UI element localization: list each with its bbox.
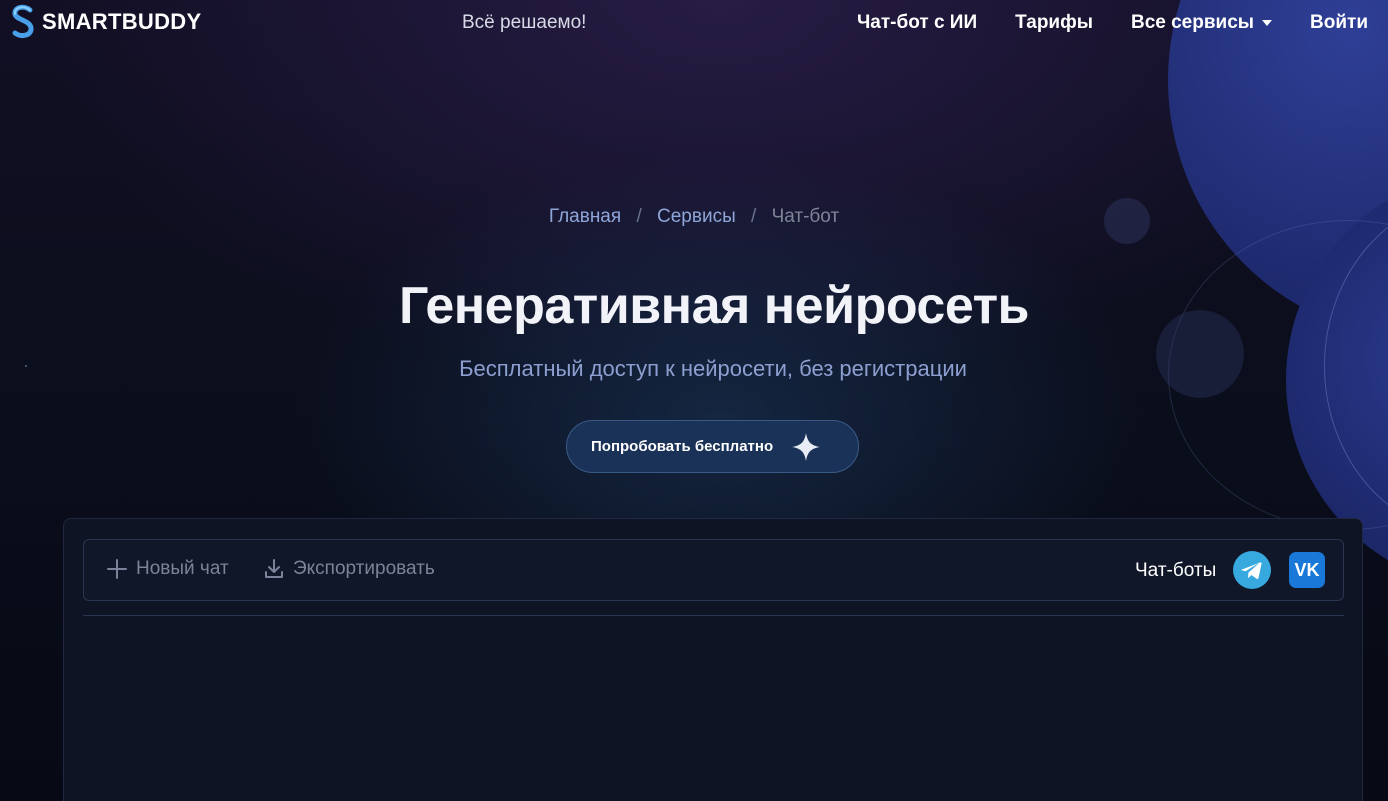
breadcrumb-separator: / <box>636 206 642 227</box>
breadcrumb-home[interactable]: Главная <box>549 206 621 227</box>
main-nav: Чат-бот с ИИ Тарифы Все сервисы Войти <box>857 12 1368 34</box>
nav-item-all-services-label: Все сервисы <box>1130 12 1254 33</box>
nav-item-login[interactable]: Войти <box>1310 12 1368 34</box>
toolbar-divider <box>83 615 1344 616</box>
new-chat-button[interactable]: Новый чат <box>106 558 229 580</box>
sparkle-icon <box>792 432 821 461</box>
breadcrumb: Главная / Сервисы / Чат-бот <box>0 206 1388 228</box>
breadcrumb-services[interactable]: Сервисы <box>657 206 736 227</box>
plus-icon <box>107 559 127 579</box>
logo-icon <box>12 4 34 38</box>
breadcrumb-current: Чат-бот <box>771 206 840 227</box>
vk-button[interactable]: VK <box>1289 552 1325 588</box>
telegram-icon <box>1241 562 1262 580</box>
try-free-button[interactable]: Попробовать бесплатно <box>566 420 859 473</box>
download-icon <box>265 559 283 578</box>
site-header: SMARTBUDDY Всё решаемо! Чат-бот с ИИ Тар… <box>0 0 1388 46</box>
page-subtitle: Бесплатный доступ к нейросети, без регис… <box>459 356 967 381</box>
chevron-down-icon <box>1262 20 1272 26</box>
export-label: Экспортировать <box>293 558 435 579</box>
nav-item-all-services[interactable]: Все сервисы <box>1131 12 1272 34</box>
vk-icon: VK <box>1294 559 1320 580</box>
tagline: Всё решаемо! <box>462 12 587 33</box>
nav-item-chatbot[interactable]: Чат-бот с ИИ <box>857 12 977 34</box>
chatbots-label: Чат-боты <box>1135 560 1217 581</box>
breadcrumb-separator: / <box>751 206 757 227</box>
logo[interactable]: SMARTBUDDY <box>10 4 201 40</box>
chat-panel: Новый чат Экспортировать Чат-боты VK <box>63 518 1363 801</box>
logo-text: SMARTBUDDY <box>42 9 202 34</box>
page-title: Генеративная нейросеть <box>398 277 1030 335</box>
try-free-button-label: Попробовать бесплатно <box>591 438 774 455</box>
telegram-button[interactable] <box>1233 551 1271 589</box>
export-button[interactable]: Экспортировать <box>263 558 435 580</box>
new-chat-label: Новый чат <box>136 558 229 579</box>
nav-item-pricing[interactable]: Тарифы <box>1015 12 1093 34</box>
chat-toolbar: Новый чат Экспортировать Чат-боты VK <box>83 539 1344 601</box>
